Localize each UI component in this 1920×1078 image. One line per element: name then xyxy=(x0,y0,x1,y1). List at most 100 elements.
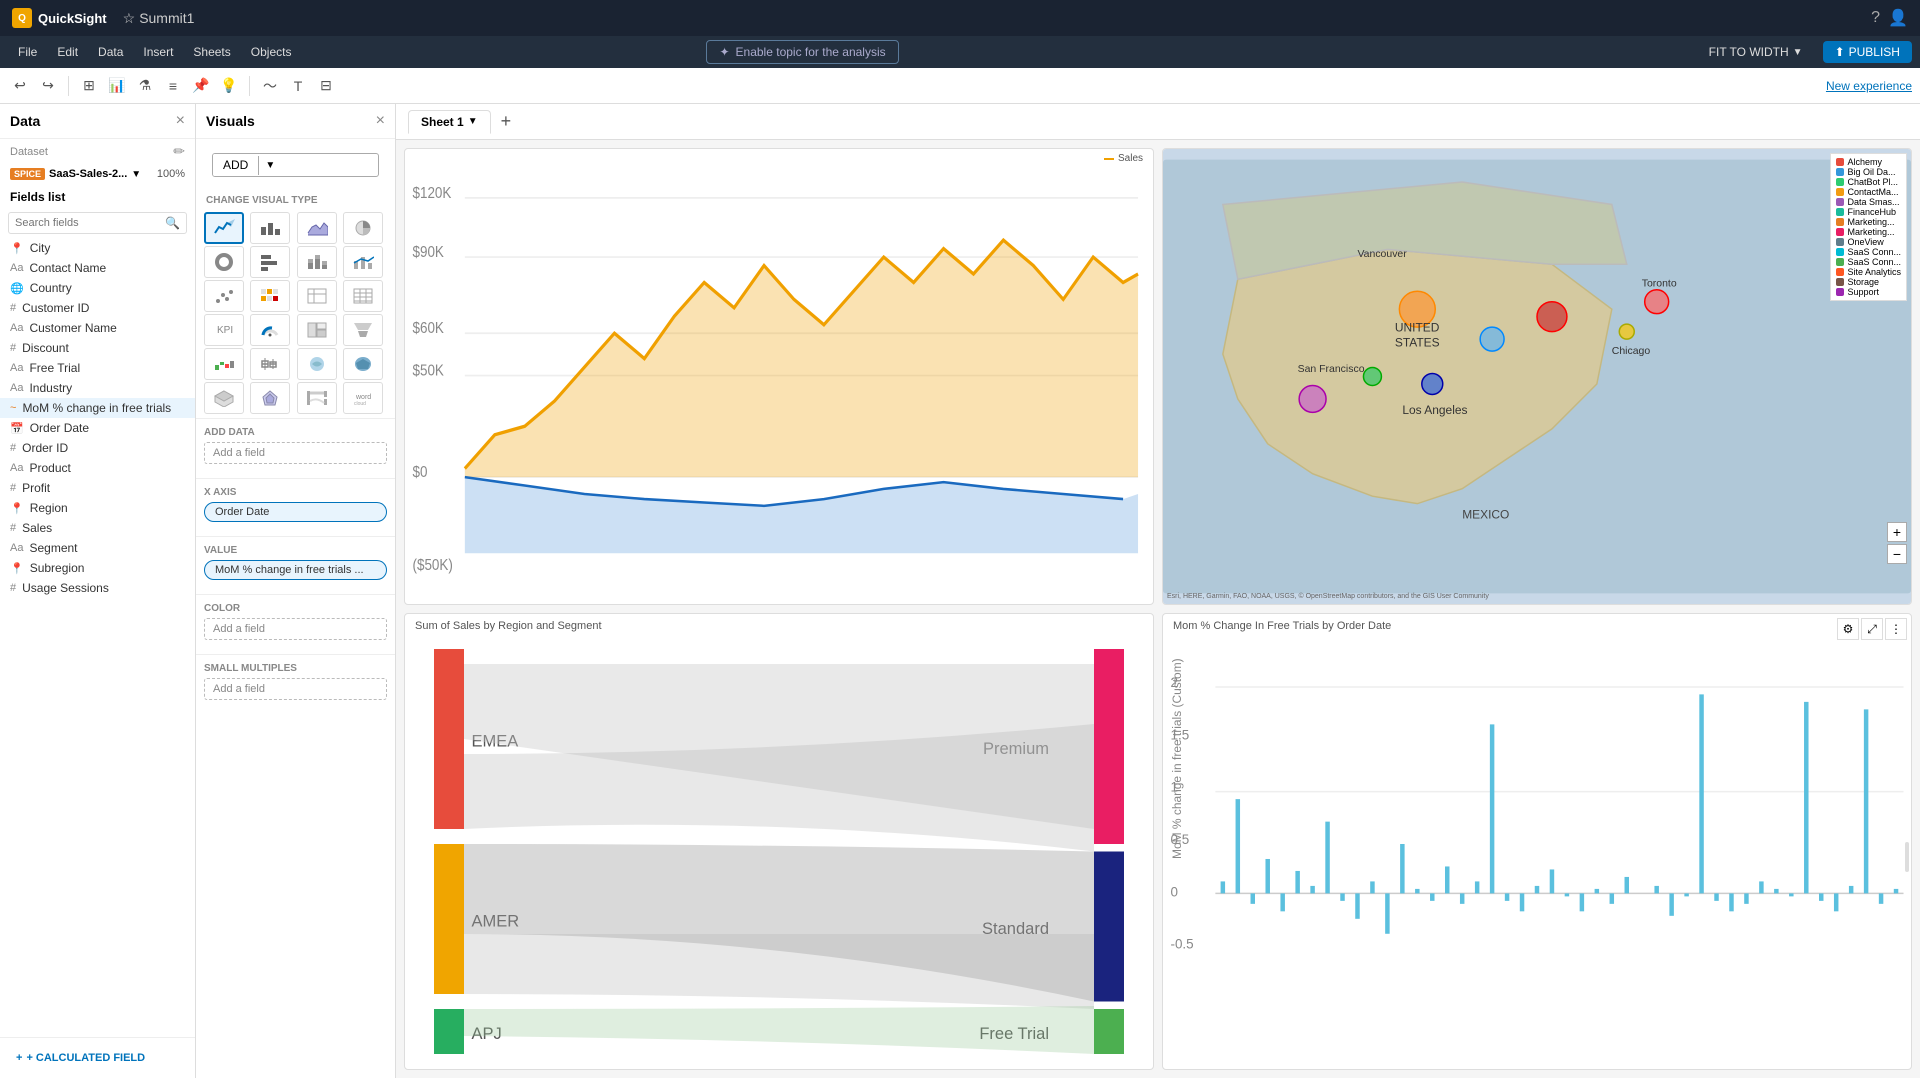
redo-button[interactable]: ↪ xyxy=(36,74,60,98)
visuals-panel-header: Visuals × xyxy=(196,104,395,139)
fit-width-button[interactable]: FIT TO WIDTH ▼ xyxy=(1709,45,1803,59)
color-field-drop[interactable]: Add a field xyxy=(204,618,387,640)
visual-pivot-btn[interactable] xyxy=(297,280,337,312)
visual-scatter-btn[interactable] xyxy=(204,280,244,312)
field-disc-icon: # xyxy=(10,342,16,354)
value-field[interactable]: MoM % change in free trials ... xyxy=(204,560,387,580)
main-layout: Data × Dataset ✏ SPICE SaaS-Sales-2... ▼… xyxy=(0,104,1920,1078)
field-order-date[interactable]: 📅 Order Date xyxy=(0,418,195,438)
field-region[interactable]: 📍 Region xyxy=(0,498,195,518)
pin-button[interactable]: 📌 xyxy=(189,74,213,98)
visual-kpi-btn[interactable]: KPI xyxy=(204,314,244,346)
visual-table-btn[interactable] xyxy=(343,280,383,312)
visual-treemap-btn[interactable] xyxy=(297,314,337,346)
visual-pie-btn[interactable] xyxy=(343,212,383,244)
chart-resize-handle[interactable] xyxy=(1905,842,1909,872)
dataset-name[interactable]: SaaS-Sales-2... xyxy=(49,168,127,180)
field-country[interactable]: 🌐 Country xyxy=(0,278,195,298)
field-order-id[interactable]: # Order ID xyxy=(0,438,195,458)
field-sales[interactable]: # Sales xyxy=(0,518,195,538)
visual-3d-btn[interactable] xyxy=(204,382,244,414)
text-button[interactable]: T xyxy=(286,74,310,98)
visual-box-plot-btn[interactable] xyxy=(250,348,290,380)
menu-data[interactable]: Data xyxy=(88,41,133,63)
field-product[interactable]: Aa Product xyxy=(0,458,195,478)
sankey-chart-card[interactable]: Sum of Sales by Region and Segment EMEA … xyxy=(404,613,1154,1070)
visual-line-chart-btn[interactable] xyxy=(204,212,244,244)
field-contact-name[interactable]: Aa Contact Name xyxy=(0,258,195,278)
visual-horiz-bar-btn[interactable] xyxy=(250,246,290,278)
field-customer-name[interactable]: Aa Customer Name xyxy=(0,318,195,338)
field-customer-id[interactable]: # Customer ID xyxy=(0,298,195,318)
left-panel-close-button[interactable]: × xyxy=(176,112,185,130)
field-industry[interactable]: Aa Industry xyxy=(0,378,195,398)
visuals-panel-close-button[interactable]: × xyxy=(376,112,385,130)
insight-button[interactable]: 💡 xyxy=(217,74,241,98)
visual-filled-map-btn[interactable] xyxy=(343,348,383,380)
visual-stacked-bar-btn[interactable] xyxy=(297,246,337,278)
visual-gauge-btn[interactable] xyxy=(250,314,290,346)
menu-insert[interactable]: Insert xyxy=(133,41,183,63)
search-fields-input[interactable] xyxy=(15,217,161,229)
sheet-tab-1[interactable]: Sheet 1 ▼ xyxy=(408,110,491,134)
menu-objects[interactable]: Objects xyxy=(241,41,302,63)
enable-topic-button[interactable]: ✦ Enable topic for the analysis xyxy=(706,40,898,64)
field-usage-sessions[interactable]: # Usage Sessions xyxy=(0,578,195,598)
map-zoom-out-button[interactable]: − xyxy=(1887,544,1907,564)
new-experience-link[interactable]: New experience xyxy=(1826,79,1912,93)
line-chart-card[interactable]: Sales $120K $90K $60K $50K $0 ($50K) xyxy=(404,148,1154,605)
chart-button[interactable]: 📊 xyxy=(105,74,129,98)
visual-waterfall-btn[interactable] xyxy=(204,348,244,380)
search-icon: 🔍 xyxy=(165,216,180,230)
param-button[interactable]: ≡ xyxy=(161,74,185,98)
chart-expand-button[interactable]: ⤢ xyxy=(1861,618,1883,640)
calculated-field-button[interactable]: + + CALCULATED FIELD xyxy=(16,1052,145,1064)
visual-area-btn[interactable] xyxy=(297,212,337,244)
menu-file[interactable]: File xyxy=(8,41,47,63)
svg-text:MEXICO: MEXICO xyxy=(1462,508,1509,522)
visual-combo-btn[interactable] xyxy=(343,246,383,278)
table-button[interactable]: ⊞ xyxy=(77,74,101,98)
edit-icon: ✏ xyxy=(173,143,185,160)
field-free-trial[interactable]: Aa Free Trial xyxy=(0,358,195,378)
add-data-field-drop[interactable]: Add a field xyxy=(204,442,387,464)
x-axis-field[interactable]: Order Date xyxy=(204,502,387,522)
field-discount[interactable]: # Discount xyxy=(0,338,195,358)
map-zoom-in-button[interactable]: + xyxy=(1887,522,1907,542)
small-multiples-field-drop[interactable]: Add a field xyxy=(204,678,387,700)
mom-chart-title: Mom % Change In Free Trials by Order Dat… xyxy=(1163,614,1911,634)
field-profit[interactable]: # Profit xyxy=(0,478,195,498)
field-geo2-icon: 🌐 xyxy=(10,282,24,295)
visual-map-btn[interactable] xyxy=(297,348,337,380)
visual-heat-map-btn[interactable] xyxy=(250,280,290,312)
chart-settings-button[interactable]: ⚙ xyxy=(1837,618,1859,640)
visual-funnel-btn[interactable] xyxy=(343,314,383,346)
filter-button[interactable]: ⚗ xyxy=(133,74,157,98)
line-button[interactable]: 〜 xyxy=(258,74,282,98)
field-segment[interactable]: Aa Segment xyxy=(0,538,195,558)
visual-radar-btn[interactable] xyxy=(250,382,290,414)
visual-bar-vert-btn[interactable] xyxy=(250,212,290,244)
main-canvas: Sheet 1 ▼ + Sales $120K $9 xyxy=(396,104,1920,1078)
svg-text:cloud: cloud xyxy=(354,401,366,407)
dataset-label: Dataset xyxy=(10,146,48,158)
field-mom-change[interactable]: ~ MoM % change in free trials xyxy=(0,398,195,418)
field-sales-icon: # xyxy=(10,522,16,534)
mom-chart-card[interactable]: Mom % Change In Free Trials by Order Dat… xyxy=(1162,613,1912,1070)
chart-more-button[interactable]: ⋮ xyxy=(1885,618,1907,640)
add-button[interactable]: ADD ▼ xyxy=(212,153,379,177)
visuals-title: Visuals xyxy=(206,113,255,129)
field-date-icon: 📅 xyxy=(10,422,24,435)
undo-button[interactable]: ↩ xyxy=(8,74,32,98)
visual-donut-btn[interactable] xyxy=(204,246,244,278)
field-subregion[interactable]: 📍 Subregion xyxy=(0,558,195,578)
visual-sankey-btn[interactable] xyxy=(297,382,337,414)
menu-sheets[interactable]: Sheets xyxy=(183,41,240,63)
publish-button[interactable]: ⬆ PUBLISH xyxy=(1823,41,1912,63)
field-city[interactable]: 📍 City xyxy=(0,238,195,258)
visual-word-cloud-btn[interactable]: wordcloud xyxy=(343,382,383,414)
map-chart-card[interactable]: Los Angeles San Francisco Chicago Toront… xyxy=(1162,148,1912,605)
add-sheet-button[interactable]: + xyxy=(495,111,518,132)
menu-edit[interactable]: Edit xyxy=(47,41,88,63)
image-button[interactable]: ⊟ xyxy=(314,74,338,98)
